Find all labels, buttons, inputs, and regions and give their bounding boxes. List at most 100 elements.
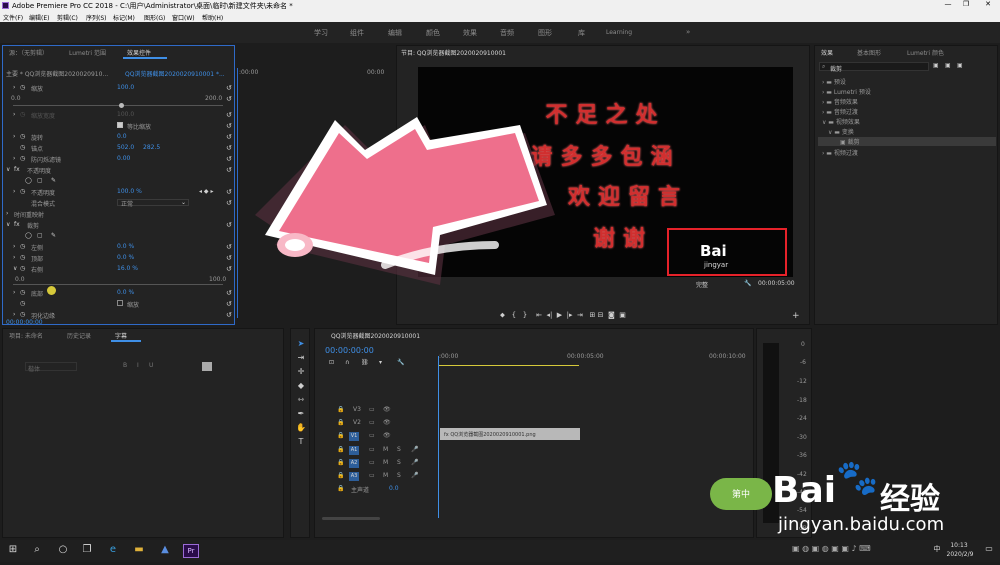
- type-tool-icon[interactable]: T: [295, 437, 307, 446]
- minimize-button[interactable]: —: [938, 0, 958, 11]
- tree-presets[interactable]: › ▬ 预设: [822, 77, 846, 86]
- tree-transform[interactable]: ∨ ▬ 变换: [828, 127, 854, 136]
- wrench-icon[interactable]: 🔧: [744, 280, 751, 287]
- track-v1[interactable]: 🔒 V1 ▭ 👁: [337, 430, 437, 442]
- menu-sequence[interactable]: 序列(S): [86, 13, 107, 22]
- timeline-playhead[interactable]: [438, 356, 439, 518]
- edge-icon[interactable]: e: [106, 544, 120, 558]
- razor-icon[interactable]: ◆: [295, 381, 307, 390]
- app-icon[interactable]: ▲: [158, 544, 172, 558]
- crop-mask-tools[interactable]: ◯ ▢ ✎: [3, 230, 235, 241]
- timeline-timecode[interactable]: 00:00:00:00: [325, 346, 374, 355]
- accelerated-filter-icon[interactable]: ▣: [933, 62, 939, 69]
- antiflicker-row[interactable]: › ◷ 防闪烁滤镜 0.00 ↺: [3, 153, 235, 164]
- ws-overflow-button[interactable]: »: [686, 28, 690, 36]
- ws-learn[interactable]: 学习: [314, 28, 328, 38]
- ws-effects[interactable]: 效果: [463, 28, 477, 38]
- yuv-filter-icon[interactable]: ▣: [957, 62, 963, 69]
- uniform-scale-row[interactable]: 等比缩放 ↺: [3, 120, 235, 131]
- track-a3[interactable]: 🔒 A3 ▭ M S 🎤: [337, 470, 437, 482]
- close-button[interactable]: ✕: [978, 0, 998, 11]
- tree-crop[interactable]: ▣ 裁剪: [818, 137, 996, 146]
- ws-libraries[interactable]: 库: [578, 28, 585, 38]
- linked-icon[interactable]: ⛓: [361, 359, 369, 366]
- search-taskbar-icon[interactable]: ⌕: [30, 544, 44, 558]
- ws-assembly[interactable]: 组件: [350, 28, 364, 38]
- blend-mode-row[interactable]: 混合模式 正常 ⌄ ↺: [3, 197, 235, 208]
- track-a2[interactable]: 🔒 A2 ▭ M S 🎤: [337, 457, 437, 469]
- tab-effects[interactable]: 效果: [821, 48, 833, 57]
- snap-icon[interactable]: ∩: [345, 359, 349, 366]
- track-master[interactable]: 🔒 主声道 0.0: [337, 483, 437, 495]
- master-clip-label[interactable]: 主要 * QQ浏览器截图2020020910...: [6, 69, 108, 78]
- tab-lumetri-color[interactable]: Lumetri 颜色: [907, 48, 944, 57]
- nest-icon[interactable]: ⊡: [329, 359, 334, 366]
- ws-audio[interactable]: 音频: [500, 28, 514, 38]
- ws-learning[interactable]: Learning: [606, 29, 632, 36]
- opacity-group-row[interactable]: ∨ fx 不透明度 ↺: [3, 164, 235, 175]
- ec-timecode[interactable]: 00:00:00:00: [6, 319, 43, 326]
- task-view-icon[interactable]: ❐: [80, 544, 94, 558]
- color-swatch[interactable]: [202, 362, 212, 371]
- rotation-row[interactable]: › ◷ 旋转 0.0 ↺: [3, 131, 235, 142]
- quality-dropdown[interactable]: 完整: [696, 280, 708, 289]
- maximize-button[interactable]: ❐: [956, 0, 976, 11]
- bold-icon[interactable]: B: [123, 362, 127, 369]
- italic-icon[interactable]: I: [137, 362, 139, 369]
- opacity-row[interactable]: › ◷ 不透明度 100.0 % ◂ ◆ ▸ ↺: [3, 186, 235, 197]
- menu-edit[interactable]: 编辑(E): [29, 13, 49, 22]
- zoom-row[interactable]: ◷ 缩放 ↺: [3, 298, 235, 309]
- underline-icon[interactable]: U: [149, 362, 153, 369]
- notification-icon[interactable]: ▭: [982, 544, 996, 558]
- tab-captions[interactable]: 字幕: [115, 331, 127, 340]
- menu-window[interactable]: 窗口(W): [172, 13, 195, 22]
- tab-history[interactable]: 历史记录: [67, 331, 91, 340]
- video-clip[interactable]: fx QQ浏览器截图2020020910001.png: [440, 428, 580, 440]
- track-a1[interactable]: 🔒 A1 ▭ M S 🎤: [337, 444, 437, 456]
- slip-icon[interactable]: ⇿: [295, 395, 307, 404]
- tray-icons[interactable]: ▣ ◍ ▣ ◍ ▣ ▣ ♪ ⌨: [792, 544, 892, 558]
- effects-search-input[interactable]: ⌕ 裁剪: [819, 62, 929, 73]
- menu-marker[interactable]: 标记(M): [113, 13, 135, 22]
- ws-graphics[interactable]: 图形: [538, 28, 552, 38]
- hand-icon[interactable]: ✋: [295, 423, 307, 432]
- premiere-taskbar-icon[interactable]: Pr: [183, 544, 199, 558]
- timeline-tab[interactable]: QQ浏览器截图2020020910001: [331, 331, 420, 340]
- timeline-scroll-h[interactable]: [322, 517, 380, 520]
- pen-icon[interactable]: ✒: [295, 409, 307, 418]
- ripple-edit-icon[interactable]: ✛: [295, 367, 307, 376]
- tab-essential-graphics[interactable]: 基本图形: [857, 48, 881, 57]
- ws-editing[interactable]: 编辑: [388, 28, 402, 38]
- tab-effect-controls[interactable]: 效果控件: [127, 48, 151, 57]
- clip-label[interactable]: QQ浏览器截图2020020910001 *...: [125, 69, 225, 78]
- crop-group-row[interactable]: ∨ fx 裁剪 ↺: [3, 219, 235, 230]
- add-marker-icon[interactable]: ▾: [379, 359, 382, 366]
- opacity-mask-tools[interactable]: ◯ ▢ ✎: [3, 175, 235, 186]
- time-remap-row[interactable]: › 时间重映射: [3, 208, 235, 219]
- menu-graphics[interactable]: 图形(G): [144, 13, 165, 22]
- crop-left-row[interactable]: › ◷ 左侧 0.0 % ↺: [3, 241, 235, 252]
- scale-width-row[interactable]: › ◷ 缩放宽度 100.0 ↺: [3, 109, 235, 120]
- program-title[interactable]: 节目: QQ浏览器截图2020020910001: [401, 48, 506, 57]
- scale-slider-handle[interactable]: [119, 103, 124, 108]
- tree-audio-effects[interactable]: › ▬ 音频效果: [822, 97, 858, 106]
- menu-clip[interactable]: 剪辑(C): [57, 13, 78, 22]
- add-button-icon[interactable]: +: [792, 311, 800, 321]
- explorer-icon[interactable]: ▬: [132, 544, 146, 558]
- tree-lumetri-presets[interactable]: › ▬ Lumetri 预设: [822, 87, 871, 96]
- anchor-row[interactable]: ◷ 锚点 502.0 282.5 ↺: [3, 142, 235, 153]
- crop-top-row[interactable]: › ◷ 顶部 0.0 % ↺: [3, 252, 235, 263]
- selection-tool-icon[interactable]: ➤: [295, 339, 307, 348]
- scale-slider-track[interactable]: [13, 105, 223, 106]
- timeline-settings-icon[interactable]: 🔧: [397, 359, 404, 366]
- cortana-icon[interactable]: ○: [56, 544, 70, 558]
- menu-file[interactable]: 文件(F): [3, 13, 23, 22]
- crop-right-row[interactable]: ∨ ◷ 右侧 16.0 % ↺: [3, 263, 235, 274]
- menu-help[interactable]: 帮助(H): [202, 13, 223, 22]
- tree-video-effects[interactable]: ∨ ▬ 视频效果: [822, 117, 860, 126]
- scale-row[interactable]: › ◷ 缩放 100.0 ↺: [3, 82, 235, 93]
- track-select-icon[interactable]: ⇥: [295, 353, 307, 362]
- tab-project[interactable]: 项目: 未命名: [9, 331, 43, 340]
- tab-source[interactable]: 源：（无剪辑）: [9, 48, 48, 57]
- crop-bottom-row[interactable]: › ◷ 底部 0.0 % ↺: [3, 287, 235, 298]
